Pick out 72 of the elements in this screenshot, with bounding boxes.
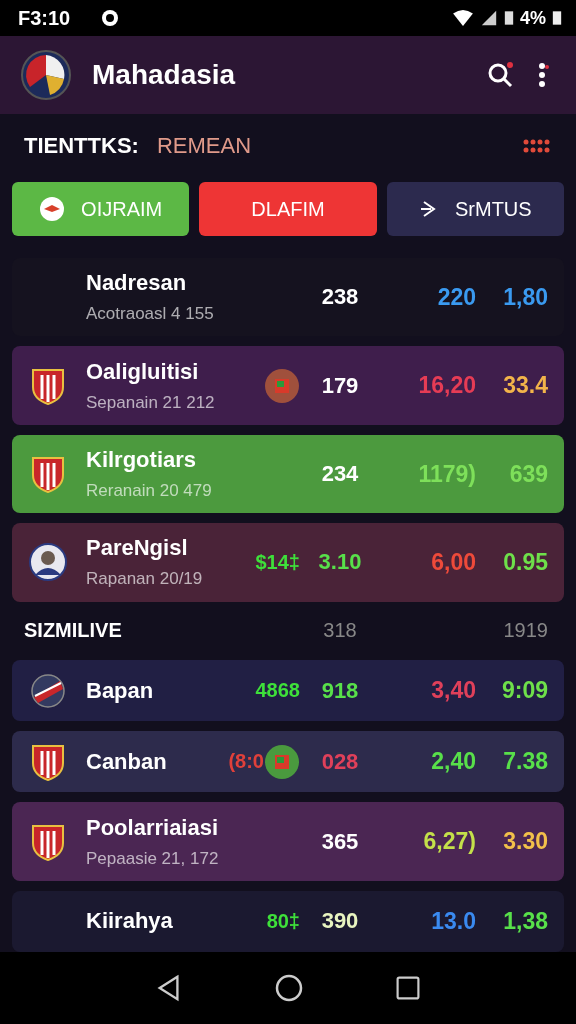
score-text: 4868	[255, 679, 300, 703]
battery-percent: 4%	[520, 7, 546, 29]
odds-value[interactable]: 1,38	[476, 907, 548, 935]
odds-value[interactable]: 7.38	[476, 748, 548, 776]
notification-icon	[100, 8, 121, 28]
menu-icon[interactable]	[536, 60, 550, 90]
shield-icon	[31, 742, 65, 781]
match-card[interactable]: Poolarriaiasi Pepaasie 21, 172 365 6,27) 3.30	[12, 802, 564, 881]
shield-icon	[31, 455, 65, 494]
team-name: Poolarriaiasi	[86, 814, 216, 841]
column-count: 1919	[502, 619, 548, 643]
battery-icon	[552, 9, 562, 27]
match-value: 365	[320, 828, 360, 855]
logo-icon	[20, 49, 72, 101]
team-name: PareNgisl	[86, 535, 189, 562]
match-info: Reranain 20 479	[86, 481, 213, 502]
search-icon[interactable]	[486, 60, 516, 90]
filter-tab[interactable]: SrMTUS	[386, 182, 564, 236]
match-card[interactable]: Kiirahya 80‡ 390 13.0 1,38	[12, 890, 564, 952]
home-icon[interactable]	[274, 973, 304, 1003]
team-name: Canban	[86, 748, 168, 775]
odds-value[interactable]: 33.4	[476, 372, 548, 400]
match-card[interactable]: Canban (8:0 028 2,40 7.38	[12, 731, 564, 793]
match-value: 028	[320, 748, 360, 775]
match-value: 390	[320, 908, 360, 935]
wifi-icon	[452, 9, 474, 27]
shield-icon	[31, 822, 65, 861]
team-name: Bapan	[86, 677, 155, 704]
score-text: 80‡	[266, 909, 300, 933]
match-value: 918	[320, 677, 360, 704]
odds-value[interactable]: 6,27)	[380, 828, 476, 856]
match-value: 238	[320, 284, 360, 311]
score-text: (8:0	[228, 750, 264, 774]
odds-value[interactable]: 3.30	[476, 828, 548, 856]
column-count: 318	[322, 619, 358, 643]
match-card[interactable]: PareNgisl Rapanan 20/19 $14‡ 3.10 6,00 0.95	[12, 523, 564, 602]
odds-value[interactable]: 9:09	[476, 677, 548, 705]
filter-value[interactable]: REMEAN	[156, 133, 251, 159]
match-info: Rapanan 20/19	[86, 569, 204, 590]
team-name: Oaligluitisi	[86, 358, 200, 385]
status-time: F3:10	[18, 6, 71, 30]
shield-icon	[31, 366, 65, 405]
odds-value[interactable]: 6,00	[380, 548, 476, 576]
match-value: 234	[320, 461, 360, 488]
recents-icon[interactable]	[394, 975, 421, 1001]
odds-value[interactable]: 220	[380, 283, 476, 311]
team-name: Kiirahya	[86, 908, 174, 935]
team-name: Nadresan	[86, 270, 188, 297]
section-title: SIZMILIVE	[24, 619, 123, 643]
crest-icon	[30, 672, 66, 709]
match-value: 179	[320, 372, 360, 399]
odds-value[interactable]: 0.95	[476, 548, 548, 576]
match-card[interactable]: Oaligluitisi Sepanain 21 212 179 16,20 33.4	[12, 346, 564, 425]
sim-icon	[504, 9, 514, 27]
team-name: Kilrgotiars	[86, 447, 198, 474]
odds-value[interactable]: 1,80	[476, 283, 548, 311]
grid-icon[interactable]	[522, 137, 550, 155]
avatar-icon	[29, 543, 67, 582]
app-title: Mahadasia	[92, 59, 236, 91]
match-value: 3.10	[317, 549, 363, 576]
odds-value[interactable]: 13.0	[380, 907, 476, 935]
match-card[interactable]: Bapan 4868 918 3,40 9:09	[12, 659, 564, 722]
match-info: Sepanain 21 212	[86, 392, 216, 413]
match-info: Acotraoasl 4 155	[86, 304, 215, 325]
signal-icon	[480, 9, 498, 27]
emblem-icon	[39, 196, 66, 222]
odds-value[interactable]: 3,40	[380, 677, 476, 705]
odds-value[interactable]: 2,40	[380, 748, 476, 776]
match-info: Pepaasie 21, 172	[86, 848, 216, 869]
filter-label: TIENTTKS:	[24, 133, 139, 159]
filter-tab[interactable]: DLAFIM	[199, 182, 377, 236]
score-text: $14‡	[255, 550, 300, 574]
